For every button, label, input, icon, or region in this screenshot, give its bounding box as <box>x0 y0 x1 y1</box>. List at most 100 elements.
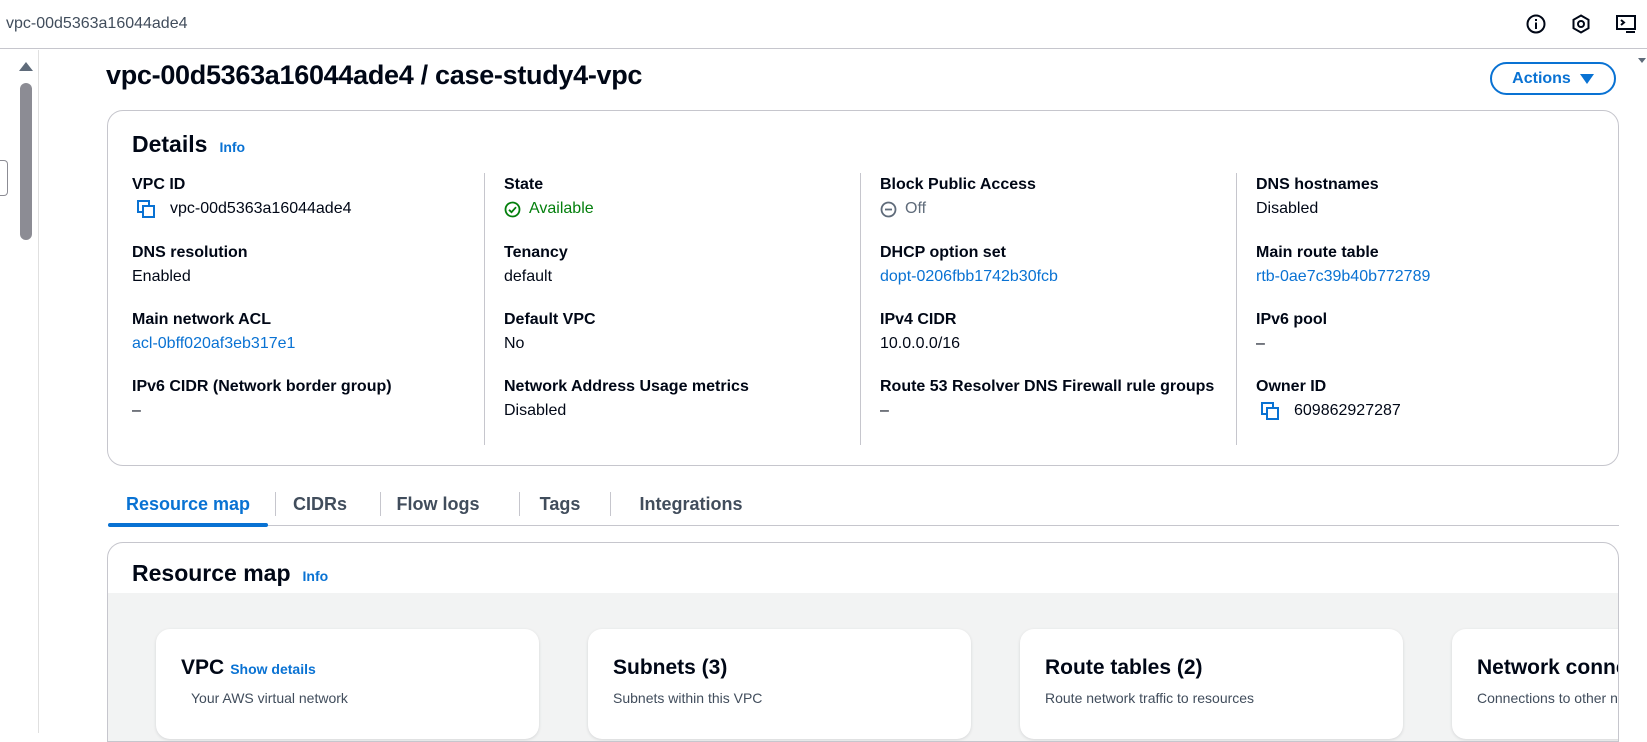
actions-button[interactable]: Actions <box>1490 62 1616 95</box>
resource-map-heading-text: Resource map <box>132 560 291 586</box>
field-label: Main route table <box>1256 244 1379 261</box>
field-value: 10.0.0.0/16 <box>880 332 1225 356</box>
tab-integrations[interactable]: Integrations <box>611 484 771 524</box>
field-value-text: Off <box>905 200 927 217</box>
field-value-text: – <box>132 402 141 419</box>
field-label: Main network ACL <box>132 311 271 328</box>
vpc-card-description: Your AWS virtual network <box>191 690 348 706</box>
network-connections-card: Network connections Connections to other… <box>1452 629 1618 739</box>
network-connections-card-description: Connections to other networks <box>1477 690 1618 706</box>
field-value-text[interactable]: rtb-0ae7c39b40b772789 <box>1256 265 1430 289</box>
field-vpc-id: VPC ID vpc-00d5363a16044ade4 <box>132 173 477 221</box>
field-value-text: vpc-00d5363a16044ade4 <box>170 200 352 217</box>
details-info-link[interactable]: Info <box>219 139 245 155</box>
field-value-text: Available <box>529 200 594 217</box>
scroll-up-arrow-icon[interactable] <box>19 62 33 71</box>
details-heading: Details Info <box>132 131 245 158</box>
details-column: State Available Tenancy default Default VPC N… <box>484 173 859 445</box>
field-tenancy: Tenancy default <box>504 241 849 289</box>
route-tables-card-title: Route tables (2) <box>1045 656 1203 679</box>
field-route-53-resolver-dns-firewall-rule-groups: Route 53 Resolver DNS Firewall rule grou… <box>880 375 1225 423</box>
field-label: DNS resolution <box>132 244 248 261</box>
field-value: Disabled <box>504 399 849 423</box>
tab-cidrs[interactable]: CIDRs <box>276 484 364 524</box>
vpc-card: VPC Show details Your AWS virtual network <box>156 629 539 739</box>
field-label: Route 53 Resolver DNS Firewall rule grou… <box>880 378 1215 395</box>
field-value[interactable]: acl-0bff020af3eb317e1 <box>132 332 477 356</box>
field-label: Block Public Access <box>880 176 1036 193</box>
field-value-text: 609862927287 <box>1294 402 1401 419</box>
resource-map-info-link[interactable]: Info <box>303 568 329 584</box>
field-label: Network Address Usage metrics <box>504 378 749 395</box>
field-value-text: 10.0.0.0/16 <box>880 335 961 352</box>
field-label: Tenancy <box>504 244 568 261</box>
field-label: IPv6 CIDR (Network border group) <box>132 378 392 395</box>
field-value: vpc-00d5363a16044ade4 <box>132 197 477 221</box>
field-value-text[interactable]: dopt-0206fbb1742b30fcb <box>880 265 1058 289</box>
field-main-network-acl: Main network ACL acl-0bff020af3eb317e1 <box>132 308 477 356</box>
side-nav-toggle[interactable] <box>0 160 8 196</box>
field-value: Disabled <box>1256 197 1601 221</box>
tab-tags[interactable]: Tags <box>520 484 600 524</box>
resource-map-canvas: VPC Show details Your AWS virtual network… <box>108 593 1618 741</box>
copy-icon[interactable] <box>1260 401 1280 421</box>
field-ipv6-pool: IPv6 pool – <box>1256 308 1601 356</box>
settings-hexagon-icon[interactable] <box>1570 13 1592 35</box>
field-value[interactable]: rtb-0ae7c39b40b772789 <box>1256 265 1601 289</box>
field-dns-hostnames: DNS hostnames Disabled <box>1256 173 1601 221</box>
details-panel: Details Info VPC ID vpc-00d5363a16044ade4 D… <box>107 110 1619 466</box>
field-label: VPC ID <box>132 176 186 193</box>
field-label: IPv6 pool <box>1256 311 1328 328</box>
scrollbar-thumb[interactable] <box>20 83 32 240</box>
field-value-text: Disabled <box>504 402 567 419</box>
details-column: Block Public Access Off DHCP option set dop… <box>860 173 1235 445</box>
scroll-indicator-icon <box>1638 58 1646 63</box>
details-column: DNS hostnames Disabled Main route table rtb… <box>1236 173 1611 445</box>
field-value: – <box>132 399 477 423</box>
field-label: State <box>504 176 544 193</box>
field-value: 609862927287 <box>1256 399 1601 423</box>
tab-flow-logs[interactable]: Flow logs <box>381 484 495 524</box>
route-tables-card-description: Route network traffic to resources <box>1045 690 1255 706</box>
field-label: IPv4 CIDR <box>880 311 957 328</box>
route-tables-card: Route tables (2) Route network traffic t… <box>1020 629 1403 739</box>
tab-resource-map[interactable]: Resource map <box>108 484 268 527</box>
field-main-route-table: Main route table rtb-0ae7c39b40b772789 <box>1256 241 1601 289</box>
tab-bar: Resource map CIDRs Flow logs Tags Integr… <box>108 484 1619 527</box>
field-state: State Available <box>504 173 849 221</box>
field-value-text: – <box>1256 335 1265 352</box>
scrollbar[interactable] <box>15 50 39 733</box>
copy-icon[interactable] <box>136 199 156 219</box>
cloudshell-icon[interactable] <box>1615 13 1637 35</box>
field-value: – <box>880 399 1225 423</box>
field-value: No <box>504 332 849 356</box>
details-column: VPC ID vpc-00d5363a16044ade4 DNS resolutio… <box>108 173 483 445</box>
field-label: Owner ID <box>1256 378 1327 395</box>
field-value-text: Enabled <box>132 268 191 285</box>
page-title: vpc-00d5363a16044ade4 / case-study4-vpc <box>106 60 643 90</box>
field-network-address-usage-metrics: Network Address Usage metrics Disabled <box>504 375 849 423</box>
resource-map-heading: Resource map Info <box>132 560 328 587</box>
subnets-card-title: Subnets (3) <box>613 656 728 679</box>
field-owner-id: Owner ID 609862927287 <box>1256 375 1601 423</box>
field-value-text: No <box>504 335 525 352</box>
details-heading-text: Details <box>132 131 208 157</box>
field-value: default <box>504 265 849 289</box>
field-label: DHCP option set <box>880 244 1006 261</box>
field-value[interactable]: dopt-0206fbb1742b30fcb <box>880 265 1225 289</box>
caret-down-icon <box>1579 73 1594 84</box>
info-circle-icon[interactable] <box>1525 13 1547 35</box>
field-value-text: – <box>880 402 889 419</box>
field-dhcp-option-set: DHCP option set dopt-0206fbb1742b30fcb <box>880 241 1225 289</box>
window-title: vpc-00d5363a16044ade4 <box>6 15 188 32</box>
network-connections-card-title: Network connections <box>1477 656 1618 679</box>
browser-top-bar: vpc-00d5363a16044ade4 <box>0 0 1647 49</box>
show-details-link[interactable]: Show details <box>230 661 316 677</box>
field-value-text[interactable]: acl-0bff020af3eb317e1 <box>132 332 295 356</box>
subnets-card: Subnets (3) Subnets within this VPC <box>588 629 971 739</box>
vpc-card-title: VPC <box>181 656 225 679</box>
field-value: Enabled <box>132 265 477 289</box>
subnets-card-description: Subnets within this VPC <box>613 690 763 706</box>
field-label: DNS hostnames <box>1256 176 1379 193</box>
field-ipv4-cidr: IPv4 CIDR 10.0.0.0/16 <box>880 308 1225 356</box>
